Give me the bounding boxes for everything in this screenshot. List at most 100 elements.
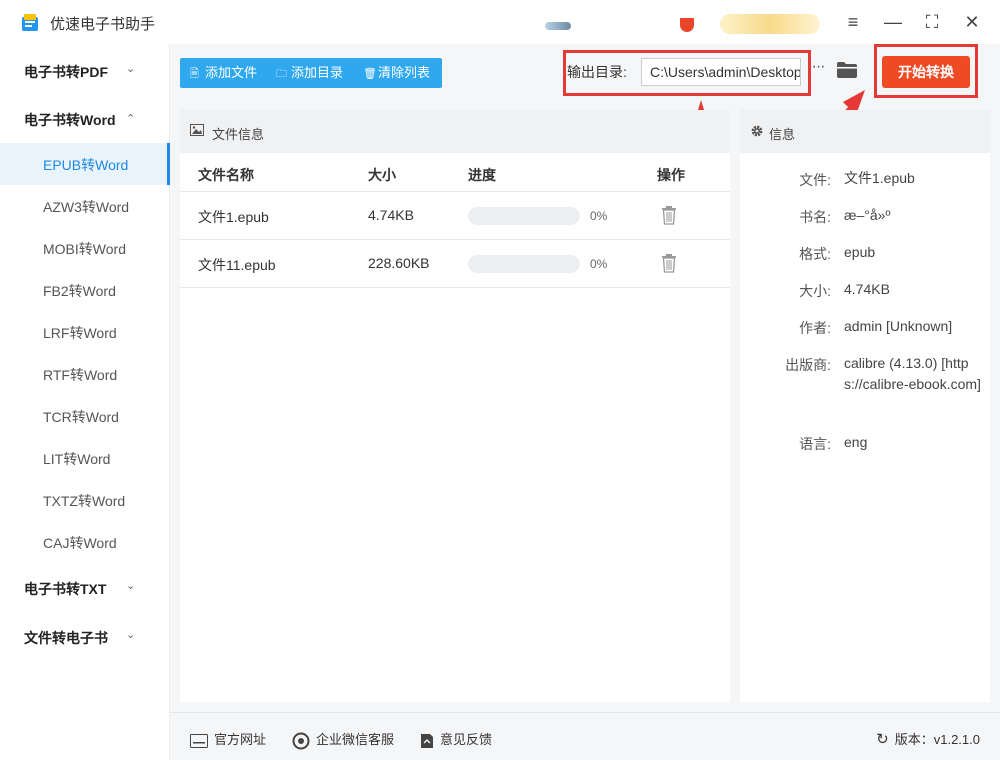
info-value-size: 4.74KB [844, 281, 890, 297]
promo-banner[interactable] [545, 14, 825, 34]
info-key-title: 书名: [799, 209, 831, 225]
info-value-title: æ–°å»º [844, 207, 891, 223]
file-list-panel: 文件信息 文件名称 大小 进度 操作 文件1.epub 4.74KB 0% 文件… [180, 110, 730, 702]
file-name: 文件1.epub [198, 209, 269, 225]
folder-icon[interactable] [836, 60, 858, 80]
promo-graphic-right [720, 14, 820, 34]
title-bar: 优速电子书助手 ≡ — ⛶ ✕ [0, 0, 1000, 44]
official-website-label: 官方网址 [214, 732, 267, 747]
info-value-author: admin [Unknown] [844, 318, 953, 334]
file-icon: 🗎 [190, 68, 199, 80]
feedback-icon [421, 733, 433, 748]
info-value-file: 文件1.epub [844, 170, 915, 186]
info-value-format: epub [844, 244, 876, 260]
add-file-button[interactable]: 🗎 添加文件 [190, 58, 257, 88]
delete-icon[interactable] [660, 253, 678, 273]
website-icon [190, 733, 208, 748]
column-header-name: 文件名称 [198, 167, 254, 183]
sidebar-group-ebook[interactable]: 文件转电子书 ⌄ [0, 616, 170, 656]
clear-list-button[interactable]: 🗑清除列表 [363, 58, 430, 88]
sidebar-group-txt[interactable]: 电子书转TXT ⌄ [0, 567, 170, 607]
refresh-icon: ↻ [876, 731, 889, 748]
sidebar-item-label: EPUB转Word [43, 157, 129, 173]
official-website-link[interactable]: 官方网址 [190, 729, 266, 748]
file-panel-title: 文件信息 [212, 127, 265, 142]
more-options-button[interactable]: ··· [808, 58, 828, 84]
sidebar-item-fb2-word[interactable]: FB2转Word [0, 269, 170, 311]
sidebar-group-label: 文件转电子书 [24, 630, 108, 646]
sidebar-group-label: 电子书转Word [24, 112, 116, 128]
wechat-support-label: 企业微信客服 [316, 732, 395, 747]
gear-icon [751, 125, 763, 137]
sidebar-item-label: LRF转Word [43, 325, 117, 341]
version-label: 版本：v1.2.1.0 [894, 732, 980, 747]
table-row[interactable]: 文件1.epub 4.74KB 0% [180, 192, 730, 240]
file-name: 文件11.epub [198, 257, 276, 273]
info-key-publisher: 出版商: [785, 357, 831, 373]
app-logo-icon [22, 14, 38, 31]
sidebar-item-txtz-word[interactable]: TXTZ转Word [0, 479, 170, 521]
delete-icon[interactable] [660, 205, 678, 225]
chevron-up-icon: ⌃ [126, 113, 136, 125]
sidebar-group-label: 电子书转TXT [24, 581, 107, 597]
footer: 官方网址 企业微信客服 意见反馈 ↻ 版本：v1.2.1.0 [170, 712, 1000, 760]
file-action-buttons: 🗎 添加文件 🗀 添加目录 🗑清除列表 [180, 58, 442, 88]
sidebar-item-caj-word[interactable]: CAJ转Word [0, 521, 170, 563]
chevron-down-icon: ⌄ [126, 63, 136, 75]
column-header-size: 大小 [368, 167, 396, 183]
info-value-publisher: calibre (4.13.0) [https://calibre-ebook.… [844, 355, 981, 392]
image-icon [190, 124, 204, 136]
promo-graphic-left [545, 22, 571, 30]
progress-bar [468, 255, 580, 273]
trash-icon: 🗑 [363, 68, 377, 80]
sidebar-item-label: AZW3转Word [43, 199, 130, 215]
sidebar-item-rtf-word[interactable]: RTF转Word [0, 353, 170, 395]
feedback-link[interactable]: 意见反馈 [420, 729, 492, 749]
clear-list-label: 清除列表 [378, 65, 431, 80]
maximize-button[interactable]: ⛶ [920, 10, 944, 34]
version-info[interactable]: ↻ 版本：v1.2.1.0 [876, 729, 980, 748]
info-key-file: 文件: [799, 172, 831, 188]
add-directory-label: 添加目录 [291, 65, 344, 80]
file-size: 228.60KB [368, 255, 430, 271]
sidebar-item-label: RTF转Word [43, 367, 118, 383]
menu-button[interactable]: ≡ [841, 10, 865, 34]
sidebar-item-lit-word[interactable]: LIT转Word [0, 437, 170, 479]
sidebar-group-word[interactable]: 电子书转Word ⌃ [0, 98, 170, 138]
sidebar-item-label: LIT转Word [43, 451, 111, 467]
close-button[interactable]: ✕ [960, 10, 984, 34]
sidebar-item-mobi-word[interactable]: MOBI转Word [0, 227, 170, 269]
add-directory-button[interactable]: 🗀 添加目录 [276, 58, 343, 88]
info-value-language: eng [844, 434, 868, 450]
sidebar-group-pdf[interactable]: 电子书转PDF ⌄ [0, 50, 170, 90]
app-title: 优速电子书助手 [50, 16, 156, 33]
chevron-down-icon: ⌄ [126, 580, 136, 592]
sidebar-item-tcr-word[interactable]: TCR转Word [0, 395, 170, 437]
file-size: 4.74KB [368, 207, 414, 223]
column-header-action: 操作 [657, 167, 685, 183]
feedback-label: 意见反馈 [440, 732, 493, 747]
info-key-language: 语言: [799, 436, 831, 452]
sidebar-item-label: FB2转Word [43, 283, 116, 299]
info-key-author: 作者: [799, 320, 831, 336]
wechat-support-link[interactable]: 企业微信客服 [292, 729, 394, 750]
sidebar-item-label: TXTZ转Word [43, 493, 126, 509]
info-panel-header: 信息 [740, 110, 990, 153]
progress-bar [468, 207, 580, 225]
info-panel: 信息 文件: 文件1.epub 书名: æ–°å»º 格式: epub 大小: … [740, 110, 990, 702]
sidebar-item-label: CAJ转Word [43, 535, 117, 551]
sidebar-item-lrf-word[interactable]: LRF转Word [0, 311, 170, 353]
progress-percent: 0% [590, 209, 608, 223]
info-key-format: 格式: [799, 246, 831, 262]
file-panel-header: 文件信息 [180, 110, 730, 153]
sidebar-item-label: MOBI转Word [43, 241, 126, 257]
sidebar-item-label: TCR转Word [43, 409, 119, 425]
sidebar-item-azw3-word[interactable]: AZW3转Word [0, 185, 170, 227]
info-key-size: 大小: [799, 283, 831, 299]
chevron-down-icon: ⌄ [126, 629, 136, 641]
annotation-box-start [874, 44, 978, 98]
minimize-button[interactable]: — [881, 10, 905, 34]
table-row[interactable]: 文件11.epub 228.60KB 0% [180, 240, 730, 288]
sidebar-item-epub-word[interactable]: EPUB转Word [0, 143, 170, 185]
info-panel-title: 信息 [769, 127, 796, 142]
